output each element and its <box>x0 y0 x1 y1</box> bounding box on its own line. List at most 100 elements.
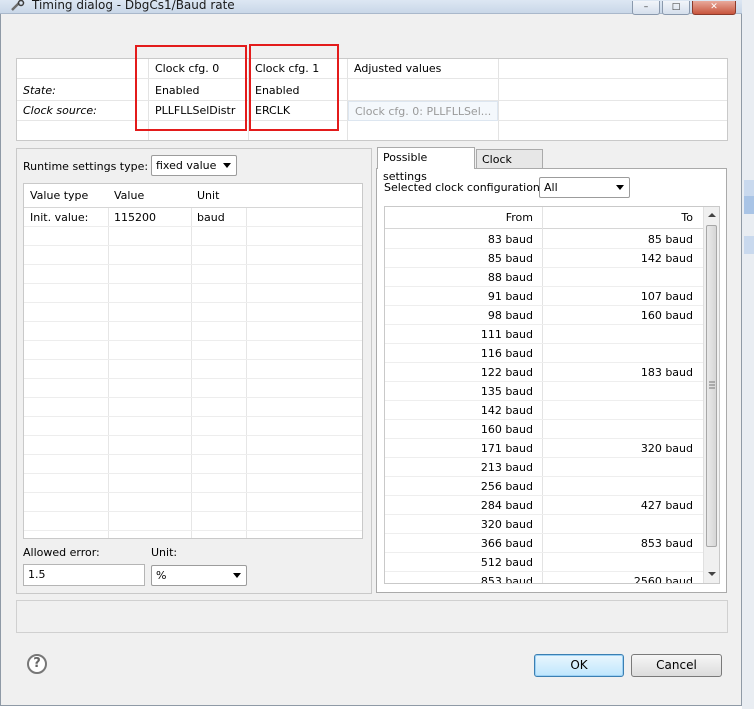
table-row[interactable]: Init. value: 115200 baud <box>24 208 362 227</box>
unit-select-value: % <box>156 569 167 582</box>
from-value: 116 baud <box>480 347 533 360</box>
list-item[interactable]: 512 baud <box>385 553 703 572</box>
minimize-icon[interactable]: – <box>632 1 660 15</box>
to-value: 320 baud <box>640 442 693 455</box>
list-item[interactable]: 98 baud 160 baud <box>385 306 703 325</box>
highlight-clock-cfg-1 <box>249 44 339 131</box>
from-value: 142 baud <box>480 404 533 417</box>
from-value: 366 baud <box>480 537 533 550</box>
chevron-down-icon <box>233 573 241 578</box>
grid-header: Value type Value Unit <box>24 184 362 208</box>
table-row-clock-source: Clock source: PLLFLLSelDistr ERCLK Clock… <box>17 101 727 121</box>
col-to: To <box>681 211 693 224</box>
from-value: 512 baud <box>480 556 533 569</box>
list-header: From To <box>385 207 703 229</box>
from-value: 160 baud <box>480 423 533 436</box>
vertical-scrollbar[interactable] <box>703 207 719 583</box>
table-row <box>24 436 362 455</box>
selected-cfg-select[interactable]: All <box>539 177 630 198</box>
table-row <box>24 493 362 512</box>
list-item[interactable]: 284 baud 427 baud <box>385 496 703 515</box>
grip-icon <box>709 381 715 389</box>
unit-select[interactable]: % <box>151 565 247 586</box>
allowed-error-field[interactable]: 1.5 <box>23 564 145 586</box>
from-value: 256 baud <box>480 480 533 493</box>
list-item[interactable]: 116 baud <box>385 344 703 363</box>
possible-settings-list: From To 83 baud 85 baud 85 baud 142 baud 8… <box>384 206 720 584</box>
col-unit: Unit <box>197 189 220 202</box>
table-row <box>24 379 362 398</box>
background-window-edge <box>742 0 754 709</box>
list-item[interactable]: 320 baud <box>385 515 703 534</box>
col-value-type: Value type <box>30 189 89 202</box>
list-item[interactable]: 91 baud 107 baud <box>385 287 703 306</box>
scroll-up-icon[interactable] <box>708 212 716 218</box>
tab-clock-path[interactable]: Clock path <box>476 149 543 185</box>
from-value: 88 baud <box>487 271 533 284</box>
col-from: From <box>505 211 533 224</box>
highlight-clock-cfg-0 <box>135 45 247 131</box>
from-value: 85 baud <box>487 252 533 265</box>
close-icon[interactable]: ✕ <box>692 1 736 15</box>
from-value: 98 baud <box>487 309 533 322</box>
runtime-values-grid: Value type Value Unit Init. value: 11520… <box>23 183 363 539</box>
from-value: 284 baud <box>480 499 533 512</box>
table-header-row: Clock cfg. 0 Clock cfg. 1 Adjusted value… <box>17 59 727 79</box>
unit-label: Unit: <box>151 546 178 559</box>
list-item[interactable]: 853 baud 2560 baud <box>385 572 703 584</box>
from-value: 111 baud <box>480 328 533 341</box>
list-item[interactable]: 256 baud <box>385 477 703 496</box>
table-row <box>24 265 362 284</box>
table-row <box>24 303 362 322</box>
table-row <box>24 398 362 417</box>
list-item[interactable]: 142 baud <box>385 401 703 420</box>
list-item[interactable]: 85 baud 142 baud <box>385 249 703 268</box>
clock-config-table: Clock cfg. 0 Clock cfg. 1 Adjusted value… <box>16 58 728 141</box>
table-row <box>24 227 362 246</box>
from-value: 91 baud <box>487 290 533 303</box>
maximize-icon[interactable]: □ <box>662 1 690 15</box>
from-value: 213 baud <box>480 461 533 474</box>
list-item[interactable]: 111 baud <box>385 325 703 344</box>
to-value: 2560 baud <box>633 575 693 584</box>
list-item[interactable]: 83 baud 85 baud <box>385 230 703 249</box>
to-value: 183 baud <box>640 366 693 379</box>
table-row-state: State: Enabled Enabled <box>17 81 727 101</box>
list-item[interactable]: 160 baud <box>385 420 703 439</box>
list-item[interactable]: 366 baud 853 baud <box>385 534 703 553</box>
list-item[interactable]: 171 baud 320 baud <box>385 439 703 458</box>
from-value: 83 baud <box>487 233 533 246</box>
to-value: 853 baud <box>640 537 693 550</box>
runtime-settings-type-select[interactable]: fixed value <box>151 155 237 176</box>
wrench-icon <box>11 0 25 11</box>
chevron-down-icon <box>616 185 624 190</box>
list-item[interactable]: 122 baud 183 baud <box>385 363 703 382</box>
to-value: 107 baud <box>640 290 693 303</box>
scrollbar-thumb[interactable] <box>706 225 717 547</box>
init-value-value[interactable]: 115200 <box>108 208 156 227</box>
to-value: 142 baud <box>640 252 693 265</box>
table-row <box>24 455 362 474</box>
runtime-settings-type-value: fixed value <box>156 159 217 172</box>
scroll-down-icon[interactable] <box>708 571 716 577</box>
col-value: Value <box>114 189 145 202</box>
row-label-state: State: <box>23 84 56 97</box>
from-value: 320 baud <box>480 518 533 531</box>
table-row <box>24 474 362 493</box>
help-icon[interactable]: ? <box>27 654 47 674</box>
runtime-settings-type-label: Runtime settings type: <box>23 160 149 173</box>
list-item[interactable]: 88 baud <box>385 268 703 287</box>
title-bar[interactable]: Timing dialog - DbgCs1/Baud rate – □ ✕ <box>0 0 742 15</box>
init-value-unit[interactable]: baud <box>191 208 225 227</box>
from-value: 122 baud <box>480 366 533 379</box>
window-title: Timing dialog - DbgCs1/Baud rate <box>32 0 235 12</box>
list-item[interactable]: 213 baud <box>385 458 703 477</box>
list-item[interactable]: 135 baud <box>385 382 703 401</box>
clock-source-adjusted: Clock cfg. 0: PLLFLLSel... <box>348 101 498 121</box>
window-controls: – □ ✕ <box>632 0 738 15</box>
to-value: 427 baud <box>640 499 693 512</box>
ok-button[interactable]: OK <box>534 654 624 677</box>
tab-possible-settings[interactable]: Possible settings <box>377 147 475 183</box>
cancel-button[interactable]: Cancel <box>631 654 722 677</box>
from-value: 135 baud <box>480 385 533 398</box>
